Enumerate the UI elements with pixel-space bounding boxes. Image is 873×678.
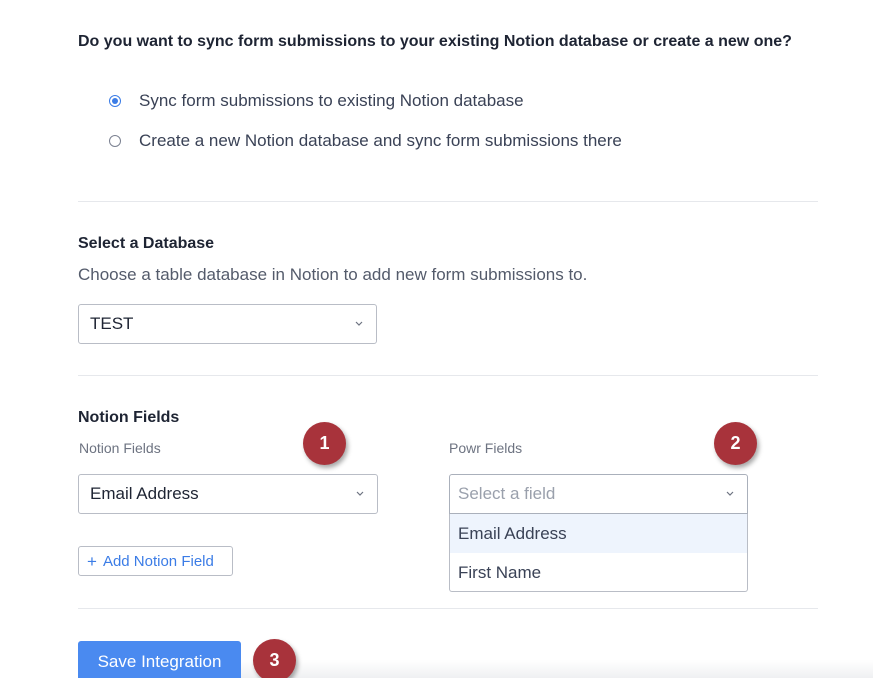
notion-field-select-value: Email Address — [90, 484, 199, 503]
bottom-shadow — [240, 660, 873, 678]
divider — [78, 201, 818, 202]
add-notion-field-button[interactable]: + Add Notion Field — [78, 546, 233, 576]
powr-field-dropdown-menu: Email Address First Name — [449, 514, 748, 592]
dropdown-option-email-address[interactable]: Email Address — [450, 514, 747, 553]
dropdown-option-first-name[interactable]: First Name — [450, 553, 747, 591]
radio-sync-existing[interactable]: Sync form submissions to existing Notion… — [109, 90, 524, 112]
chevron-down-icon — [726, 491, 734, 496]
radio-create-new[interactable]: Create a new Notion database and sync fo… — [109, 130, 622, 152]
divider — [78, 375, 818, 376]
save-integration-button[interactable]: Save Integration — [78, 641, 241, 678]
add-notion-field-label: Add Notion Field — [102, 552, 214, 570]
divider — [78, 608, 818, 609]
database-select-value: TEST — [90, 314, 134, 333]
notion-field-select[interactable]: Email Address — [78, 474, 378, 514]
integration-settings-page: Do you want to sync form submissions to … — [0, 0, 873, 678]
notion-fields-section-title: Notion Fields — [78, 409, 180, 426]
database-select[interactable]: TEST — [78, 304, 377, 344]
powr-field-select-placeholder: Select a field — [458, 484, 556, 503]
notion-fields-label: Notion Fields — [79, 440, 161, 456]
chevron-down-icon — [356, 491, 364, 496]
annotation-badge-1: 1 — [303, 422, 346, 465]
chevron-down-icon — [355, 321, 363, 326]
radio-button-unchecked[interactable] — [109, 135, 121, 147]
sync-question: Do you want to sync form submissions to … — [78, 33, 792, 50]
radio-label-create-new: Create a new Notion database and sync fo… — [139, 131, 622, 150]
powr-field-select[interactable]: Select a field — [449, 474, 748, 514]
plus-icon: + — [87, 551, 97, 571]
database-section-description: Choose a table database in Notion to add… — [78, 265, 588, 284]
annotation-badge-3: 3 — [253, 639, 296, 678]
radio-label-sync-existing: Sync form submissions to existing Notion… — [139, 91, 524, 110]
powr-fields-label: Powr Fields — [449, 440, 523, 456]
radio-button-checked[interactable] — [109, 95, 121, 107]
annotation-badge-2: 2 — [714, 422, 757, 465]
database-section-title: Select a Database — [78, 235, 215, 252]
